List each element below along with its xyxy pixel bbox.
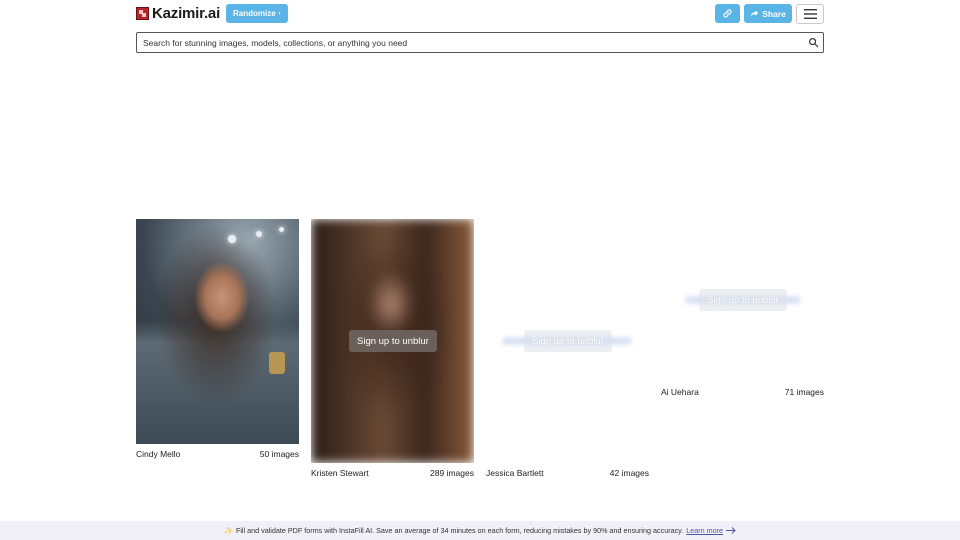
unblur-button[interactable]: Sign up to unblur — [699, 289, 787, 311]
image-count: 42 images — [609, 468, 649, 478]
model-name[interactable]: Ai Uehara — [661, 387, 699, 397]
copy-link-button[interactable] — [715, 4, 740, 23]
randomize-label: Randomize — [233, 9, 276, 18]
search-input[interactable] — [137, 33, 797, 52]
randomize-button[interactable]: Randomize › — [226, 4, 288, 23]
model-name[interactable]: Cindy Mello — [136, 449, 180, 459]
logo-icon — [136, 7, 149, 20]
logo[interactable]: Kazimir.ai — [136, 5, 220, 22]
image-count: 50 images — [259, 449, 299, 459]
card-meta: Ai Uehara 71 images — [661, 387, 824, 397]
model-card[interactable]: Sign up to unblur Kristen Stewart 289 im… — [311, 219, 474, 481]
search-icon[interactable] — [808, 37, 819, 48]
sparkle-icon: ✨ — [223, 526, 233, 535]
hamburger-menu-icon — [803, 9, 817, 19]
learn-more-label: Learn more — [686, 526, 724, 535]
page: Kazimir.ai Randomize › Share Search for … — [0, 0, 960, 540]
model-name[interactable]: Kristen Stewart — [311, 468, 369, 478]
model-card[interactable]: Cindy Mello 50 images — [136, 219, 299, 464]
jacket-patch — [269, 352, 285, 374]
arrow-right-icon — [726, 527, 736, 534]
image-count: 71 images — [784, 387, 824, 397]
card-meta: Jessica Bartlett 42 images — [486, 468, 649, 478]
search-bar — [136, 32, 824, 53]
caret-right-icon: › — [278, 10, 281, 17]
banner-text: Fill and validate PDF forms with InstaFi… — [235, 526, 684, 535]
card-meta: Kristen Stewart 289 images — [311, 468, 474, 478]
model-name[interactable]: Jessica Bartlett — [486, 468, 544, 478]
link-icon — [723, 9, 732, 18]
background-light — [256, 231, 262, 237]
image-count: 289 images — [430, 468, 474, 478]
share-arrow-icon — [750, 10, 759, 17]
model-photo[interactable] — [136, 219, 299, 444]
logo-text: Kazimir.ai — [152, 5, 221, 22]
menu-button[interactable] — [796, 4, 824, 24]
unblur-button[interactable]: Sign up to unblur — [524, 330, 612, 352]
unblur-button[interactable]: Sign up to unblur — [349, 330, 437, 352]
top-bar: Kazimir.ai Randomize › Share — [136, 4, 824, 24]
share-label: Share — [762, 8, 786, 19]
promo-banner: ✨ Fill and validate PDF forms with Insta… — [0, 521, 960, 540]
background-light — [279, 227, 284, 232]
card-meta: Cindy Mello 50 images — [136, 449, 299, 459]
share-button[interactable]: Share — [744, 4, 792, 23]
background-light — [228, 235, 236, 243]
learn-more-link[interactable]: Learn more — [686, 526, 723, 535]
model-card[interactable]: Sign up to unblur Jessica Bartlett 42 im… — [486, 219, 649, 481]
model-card[interactable]: Sign up to unblur Ai Uehara 71 images — [661, 219, 824, 399]
